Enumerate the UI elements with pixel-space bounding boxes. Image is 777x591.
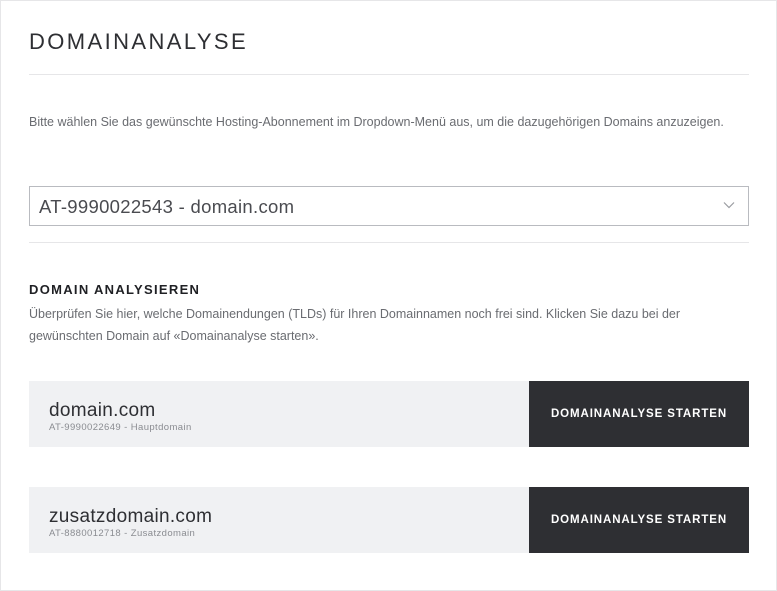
intro-text: Bitte wählen Sie das gewünschte Hosting-… [29, 115, 724, 129]
domain-name: zusatzdomain.com [49, 506, 213, 527]
subscription-select[interactable]: AT-9990022543 - domain.com [29, 186, 749, 226]
page-title: DOMAINANALYSE [29, 29, 249, 54]
start-analysis-button[interactable]: DOMAINANALYSE STARTEN [529, 381, 749, 447]
domain-row-additional: zusatzdomain.com AT-8880012718 - Zusatzd… [29, 487, 749, 553]
domain-analysis-panel: DOMAINANALYSE Bitte wählen Sie das gewün… [0, 0, 777, 591]
section-description: Überprüfen Sie hier, welche Domainendung… [29, 307, 681, 343]
domain-meta: AT-9990022649 - Hauptdomain [49, 422, 192, 433]
select-divider [29, 242, 749, 243]
domain-meta: AT-8880012718 - Zusatzdomain [49, 528, 196, 539]
section-heading: DOMAIN ANALYSIEREN [29, 282, 201, 297]
chevron-down-icon [723, 202, 735, 209]
domain-name: domain.com [49, 400, 156, 421]
domain-row-main: domain.com AT-9990022649 - Hauptdomain D… [29, 381, 749, 447]
start-analysis-button[interactable]: DOMAINANALYSE STARTEN [529, 487, 749, 553]
subscription-select-value: AT-9990022543 - domain.com [39, 196, 295, 217]
title-divider [29, 74, 749, 75]
